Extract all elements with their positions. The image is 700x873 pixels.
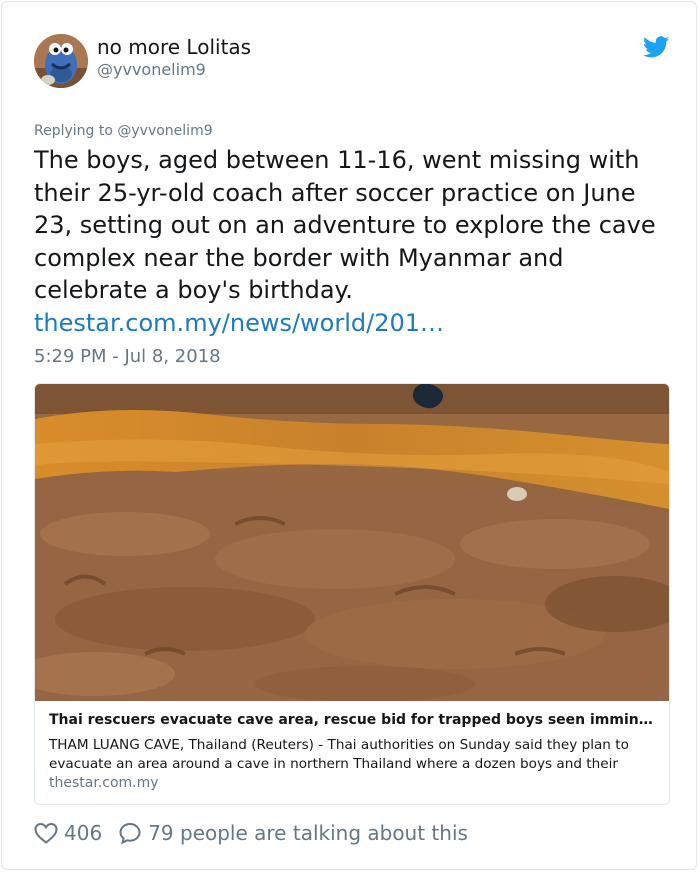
tweet-actions: 406 79 people are talking about this [34,820,468,846]
card-domain[interactable]: thestar.com.my [49,775,159,791]
like-count[interactable]: 406 [64,821,102,845]
link-card[interactable]: Thai rescuers evacuate cave area, rescue… [34,383,670,805]
replying-to[interactable]: Replying to @yvvonelim9 [34,123,213,139]
user-handle[interactable]: @yvvonelim9 [97,60,206,79]
tweet-embed: no more Lolitas @yvvonelim9 Replying to … [1,1,697,870]
speech-bubble-icon[interactable] [118,821,142,845]
heart-icon[interactable] [34,822,58,844]
replies-text[interactable]: 79 people are talking about this [148,821,468,845]
tweet-link[interactable]: thestar.com.my/news/world/201… [34,309,444,337]
user-name[interactable]: no more Lolitas [97,35,251,59]
muddy-ground-photo [35,384,669,701]
avatar[interactable] [34,34,88,88]
card-title[interactable]: Thai rescuers evacuate cave area, rescue… [49,712,659,728]
card-description: THAM LUANG CAVE, Thailand (Reuters) - Th… [49,737,629,772]
twitter-bird-icon[interactable] [643,36,669,58]
cookie-monster-avatar-icon [34,34,88,88]
tweet-timestamp[interactable]: 5:29 PM - Jul 8, 2018 [34,346,221,367]
tweet-text: The boys, aged between 11-16, went missi… [34,146,656,304]
